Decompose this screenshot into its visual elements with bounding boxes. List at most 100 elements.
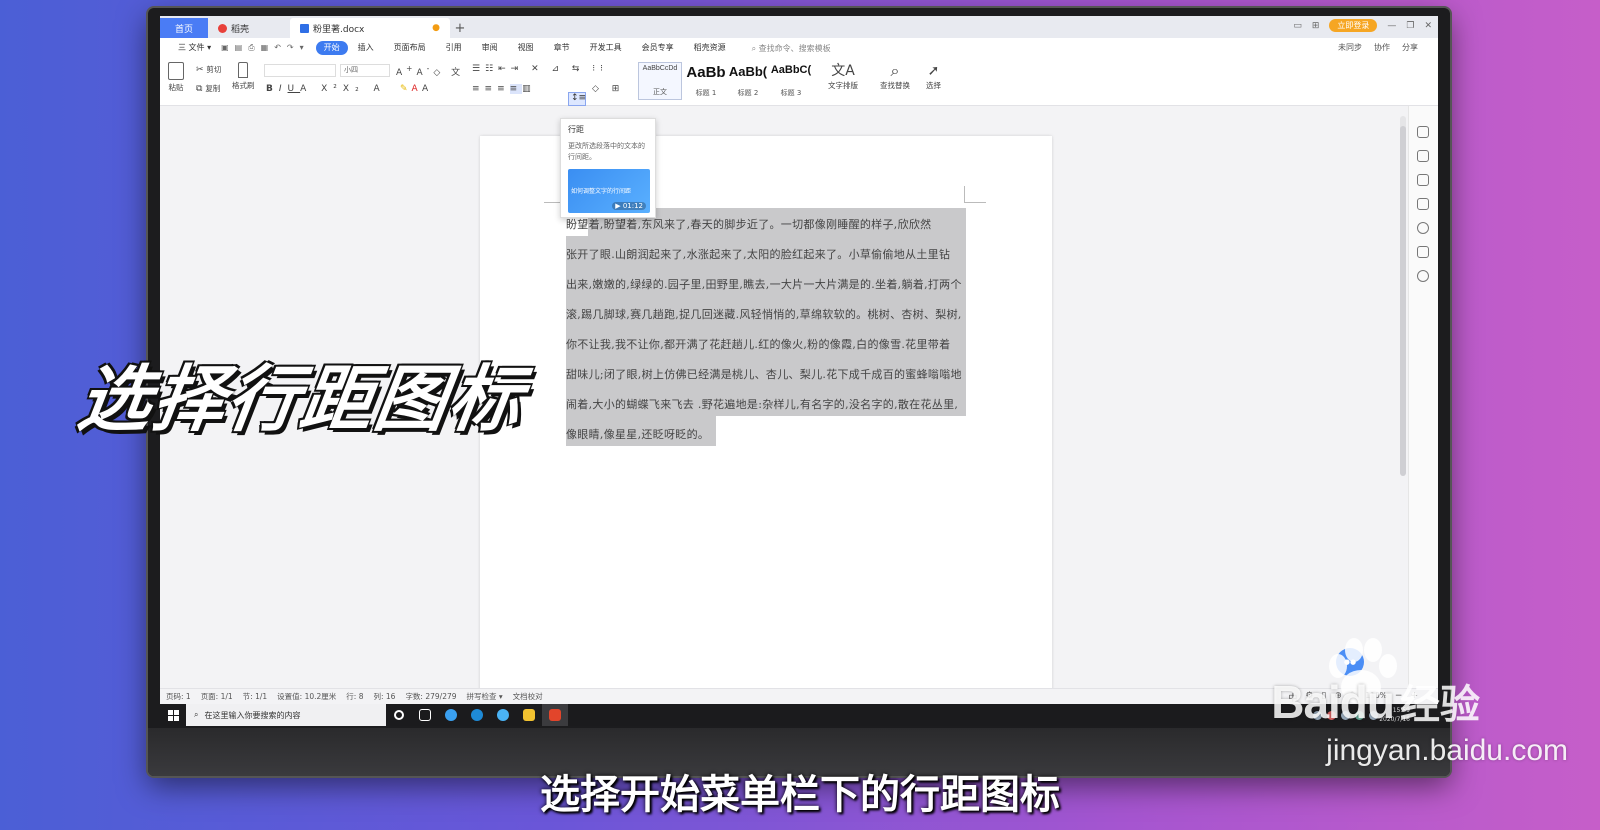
file-explorer-icon[interactable] [516, 704, 542, 726]
new-tab-button[interactable]: + [450, 18, 470, 38]
pen-icon[interactable] [1417, 150, 1429, 162]
tab-member[interactable]: 会员专享 [632, 41, 684, 55]
alignment-icons[interactable]: ≡≡≡≡▥ [472, 84, 536, 94]
style-heading-1-name: 标题 1 [695, 89, 717, 97]
docer-icon [218, 23, 227, 33]
copy-icon: ⧉ [196, 84, 203, 94]
menu-right: 未同步 协作 分享 [1338, 42, 1418, 53]
watermark-url: jingyan.baidu.com [1326, 734, 1568, 767]
taskbar-search[interactable]: ⌕ 在这里输入你要搜索的内容 [186, 704, 386, 726]
pointer-icon[interactable] [1417, 174, 1429, 186]
tab-home-ribbon[interactable]: 开始 [315, 41, 348, 55]
print-icon[interactable]: ⎙ [248, 43, 254, 53]
tab-review[interactable]: 审阅 [472, 41, 508, 55]
select-button[interactable]: ➚ 选择 [926, 62, 941, 91]
redo-icon[interactable]: ↷ [287, 43, 294, 53]
cortana-icon[interactable] [386, 704, 412, 726]
tab-section[interactable]: 章节 [544, 41, 580, 55]
watermark-logo: Baidu [1271, 676, 1395, 728]
preview-icon[interactable]: ▦ [261, 43, 269, 53]
proofread-button[interactable]: 文档校对 [513, 691, 543, 702]
text-line: 闹着,大小的蝴蝶飞来飞去 .野花遍地是:杂样儿,有名字的,没名字的,散在花丛里, [566, 398, 959, 411]
scroll-thumb[interactable] [1400, 126, 1406, 476]
find-replace-label: 查找替换 [880, 81, 910, 90]
customize-chevron-icon[interactable]: ▾ [300, 43, 304, 53]
help-icon[interactable] [1417, 222, 1429, 234]
font-grow-shrink-icons[interactable]: A+A-◇ 文 [396, 64, 464, 78]
paste-button[interactable]: 粘贴 [168, 62, 184, 93]
copy-button[interactable]: ⧉ 复制 [196, 83, 220, 94]
video-duration: ▶ 01:12 [612, 202, 646, 210]
document-body-text[interactable]: 盼望着,盼望着,东风来了,春天的脚步近了。一切都像刚睡醒的样子,欣欣然 张开了眼… [566, 210, 966, 450]
shading-border-icons[interactable]: ◇ ⊞ [592, 84, 624, 94]
task-view-icon[interactable] [412, 704, 438, 726]
spell-check-button[interactable]: 拼写检查 ▾ [467, 691, 503, 702]
line-spacing-button[interactable]: ↕≡ [568, 92, 586, 106]
crop-mark [964, 186, 965, 202]
tab-docer-resources[interactable]: 稻壳资源 [684, 41, 736, 55]
cut-button[interactable]: ✂ 剪切 [196, 64, 221, 75]
tab-page-layout[interactable]: 页面布局 [384, 41, 436, 55]
minimize-button[interactable]: — [1387, 21, 1396, 31]
tab-docer[interactable]: 稻壳 [208, 18, 290, 38]
right-side-panel [1408, 106, 1438, 688]
share-button[interactable]: 分享 [1402, 42, 1418, 53]
text-layout-button[interactable]: 文A 文字排版 [828, 62, 858, 91]
collaborate-button[interactable]: 协作 [1374, 42, 1390, 53]
app-icon[interactable] [490, 704, 516, 726]
apps-grid-icon[interactable]: ⊞ [1312, 21, 1320, 31]
undo-icon[interactable]: ↶ [274, 43, 281, 53]
find-replace-button[interactable]: ⌕ 查找替换 [880, 62, 910, 91]
style-heading-1[interactable]: AaBb 标题 1 [684, 62, 728, 100]
settings-sliders-icon[interactable] [1417, 198, 1429, 210]
location-icon[interactable] [1417, 270, 1429, 282]
style-normal[interactable]: AaBbCcDd 正文 [638, 62, 682, 100]
format-painter-button[interactable]: 格式刷 [232, 62, 255, 91]
paste-icon [168, 62, 184, 80]
text-line: 出来,嫩嫩的,绿绿的.园子里,田野里,瞧去,一大片一大片满是的.坐着,躺着,打两… [566, 278, 962, 291]
layout-icon[interactable]: ▭ [1293, 21, 1302, 31]
highlight-color-icons[interactable]: ✎AA [400, 84, 432, 94]
status-page-number: 页码: 1 [166, 692, 191, 701]
video-overlay-title: 选择行距图标 [73, 357, 530, 441]
tab-document[interactable]: 粉里著.docx ● [290, 18, 450, 38]
restore-button[interactable]: ❐ [1406, 21, 1414, 31]
play-icon: ▶ [615, 202, 623, 210]
tab-modified-dot-icon: ● [432, 23, 440, 33]
text-line: 像眼睛,像星星,还眨呀眨的。 [566, 428, 710, 441]
export-pdf-icon[interactable]: ▤ [235, 43, 243, 53]
copy-label: 复制 [205, 84, 221, 93]
browser-icon[interactable] [438, 704, 464, 726]
login-button[interactable]: 立即登录 [1329, 19, 1378, 32]
tab-insert[interactable]: 插入 [348, 41, 384, 55]
tab-home[interactable]: 首页 [160, 18, 208, 38]
command-search[interactable]: ⌕ 查找命令、搜索模板 [752, 43, 831, 54]
tooltip-video-caption: 如何调整文字的行间距 [571, 188, 632, 195]
wps-icon[interactable] [542, 704, 568, 726]
font-format-icons[interactable]: BIUA X²X₂ A [266, 84, 386, 94]
brush-icon [238, 62, 249, 78]
crop-mark [964, 202, 986, 203]
sync-button[interactable]: 未同步 [1338, 42, 1362, 53]
vertical-scrollbar[interactable] [1400, 116, 1406, 476]
style-heading-2[interactable]: AaBb( 标题 2 [728, 62, 768, 100]
style-heading-3-name: 标题 3 [780, 89, 802, 97]
save-icon[interactable]: ▣ [221, 43, 229, 53]
tab-developer[interactable]: 开发工具 [580, 41, 632, 55]
font-size-select[interactable]: 小四 [340, 64, 390, 77]
document-page[interactable]: 盼望着,盼望着,东风来了,春天的脚步近了。一切都像刚睡醒的样子,欣欣然 张开了眼… [480, 136, 1052, 716]
edge-icon[interactable] [464, 704, 490, 726]
windows-taskbar: ⌕ 在这里输入你要搜索的内容 15:59 2020/7/16 [160, 704, 1438, 726]
windows-start-icon[interactable] [160, 704, 186, 726]
close-button[interactable]: ✕ [1424, 21, 1432, 31]
tab-view[interactable]: 视图 [508, 41, 544, 55]
list-indent-icons[interactable]: ☰☷⇤⇥ ✕ ⊿ ⇆ ⁝⁝ [472, 64, 608, 74]
status-word-count[interactable]: 字数: 279/279 [405, 691, 456, 702]
chat-icon[interactable] [1417, 246, 1429, 258]
tooltip-video-thumbnail[interactable]: 如何调整文字的行间距 ▶ 01:12 [568, 169, 650, 213]
file-menu[interactable]: 三 文件 ▾ [168, 41, 221, 55]
font-family-select[interactable] [264, 64, 336, 77]
tab-references[interactable]: 引用 [436, 41, 472, 55]
style-panel-icon[interactable] [1417, 126, 1429, 138]
style-heading-3[interactable]: AaBbC( 标题 3 [768, 62, 814, 100]
